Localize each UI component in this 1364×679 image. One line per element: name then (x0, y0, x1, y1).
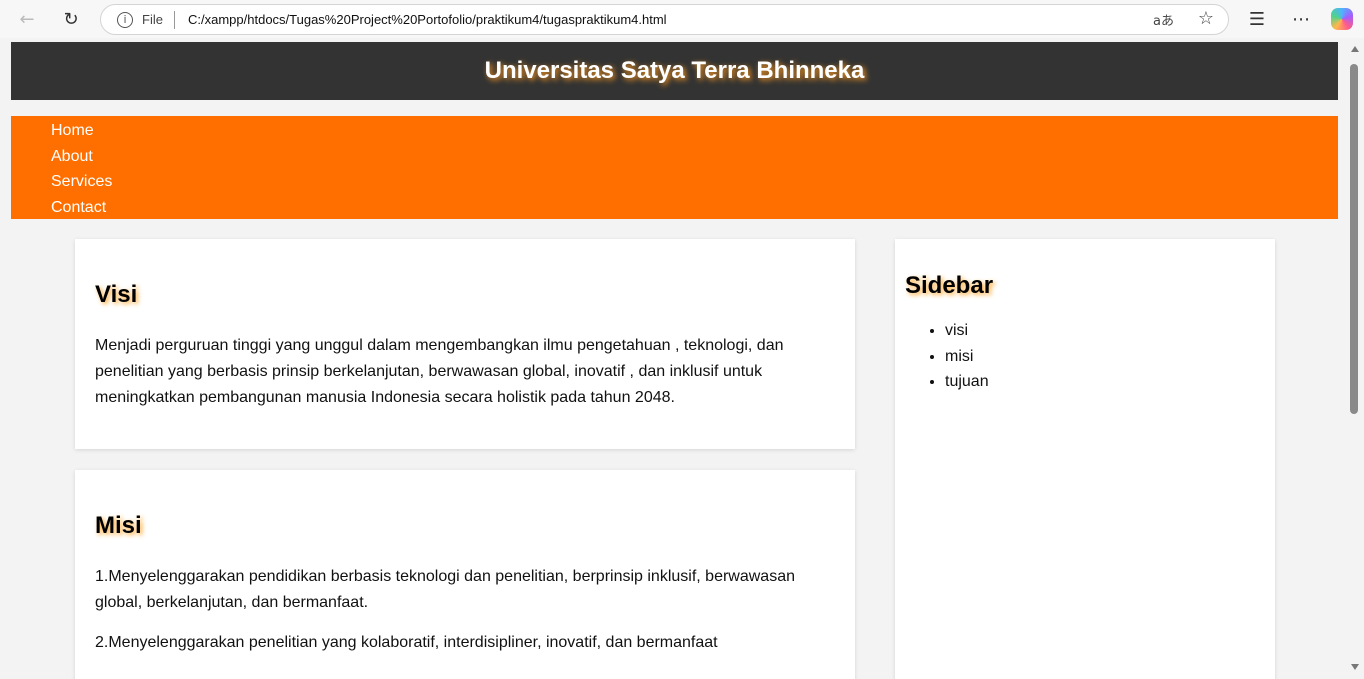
vertical-scrollbar[interactable] (1346, 38, 1364, 679)
visi-text: Menjadi perguruan tinggi yang unggul dal… (95, 337, 784, 406)
misi-card: Misi 1.Menyelenggarakan pendidikan berba… (75, 470, 855, 679)
address-bar[interactable]: i File C:/xampp/htdocs/Tugas%20Project%2… (100, 4, 1229, 35)
main-nav: Home About Services Contact (11, 116, 1338, 219)
sidebar-item-tujuan: tujuan (945, 369, 1265, 395)
back-arrow-icon[interactable]: ← (15, 7, 39, 31)
sidebar-list: visi misi tujuan (905, 318, 1265, 395)
misi-item-1: 1.Menyelenggarakan pendidikan berbasis t… (95, 568, 795, 611)
copilot-icon[interactable] (1331, 8, 1353, 30)
scroll-up-arrow-icon[interactable] (1351, 46, 1359, 52)
browser-toolbar: ← ↻ i File C:/xampp/htdocs/Tugas%20Proje… (0, 0, 1364, 38)
address-divider (174, 11, 175, 29)
sidebar-item-visi: visi (945, 318, 1265, 344)
nav-about-link[interactable]: About (51, 144, 1338, 170)
sidebar-card: Sidebar visi misi tujuan (895, 239, 1275, 679)
scroll-down-arrow-icon[interactable] (1351, 664, 1359, 670)
visi-heading: Visi (95, 281, 138, 308)
page-viewport: Universitas Satya Terra Bhinneka Home Ab… (0, 38, 1364, 679)
file-label: File (142, 12, 163, 27)
misi-item-2: 2.Menyelenggarakan penelitian yang kolab… (95, 634, 718, 651)
sidebar-heading: Sidebar (905, 272, 994, 299)
visi-card: Visi Menjadi perguruan tinggi yang unggu… (75, 239, 855, 449)
nav-contact-link[interactable]: Contact (51, 195, 1338, 221)
read-aloud-icon[interactable]: aあ (1153, 10, 1174, 29)
nav-home-link[interactable]: Home (51, 118, 1338, 144)
favorite-star-icon[interactable]: ☆ (1198, 8, 1214, 29)
favorites-list-icon[interactable]: ☰ (1245, 7, 1269, 31)
nav-services-link[interactable]: Services (51, 169, 1338, 195)
site-header: Universitas Satya Terra Bhinneka (11, 42, 1338, 100)
misi-heading: Misi (95, 512, 142, 539)
url-text[interactable]: C:/xampp/htdocs/Tugas%20Project%20Portof… (188, 12, 667, 27)
refresh-icon[interactable]: ↻ (59, 7, 83, 31)
sidebar-item-misi: misi (945, 344, 1265, 370)
info-icon[interactable]: i (117, 12, 133, 28)
site-title: Universitas Satya Terra Bhinneka (484, 57, 865, 84)
more-options-icon[interactable]: ⋯ (1289, 7, 1313, 31)
scroll-thumb[interactable] (1350, 64, 1358, 414)
